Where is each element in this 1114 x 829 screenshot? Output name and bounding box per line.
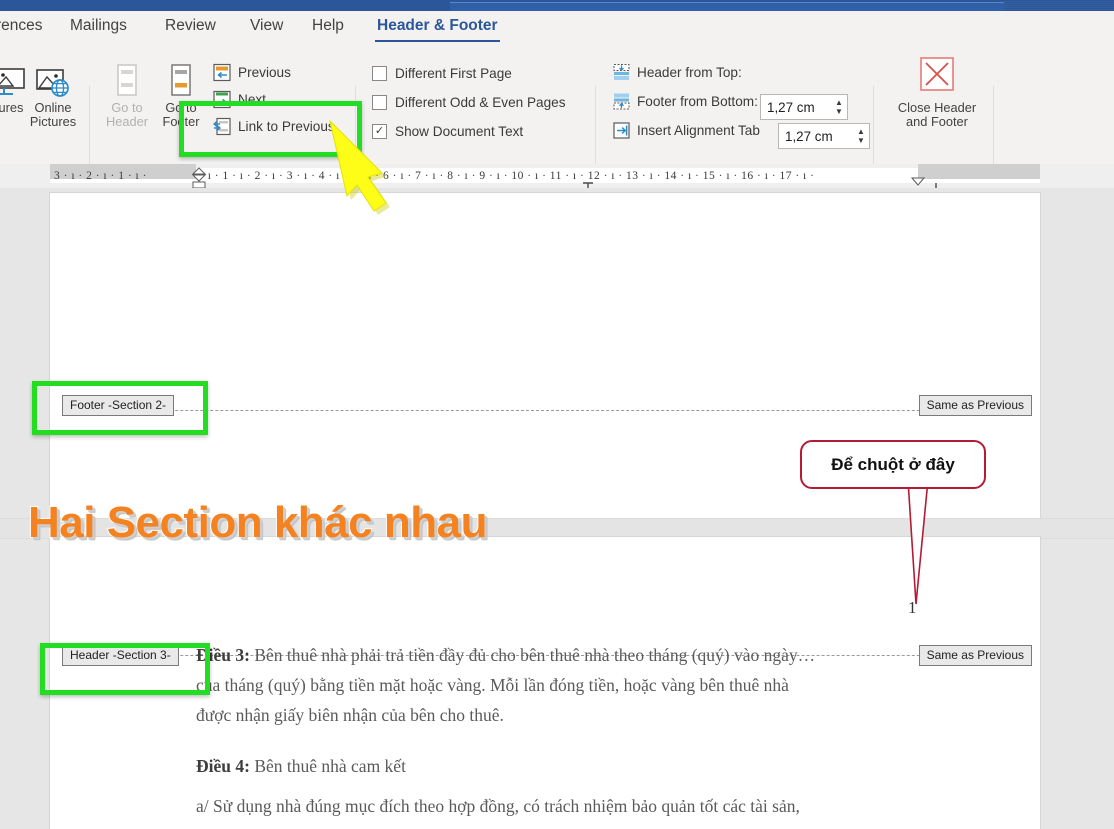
online-pictures-label-line2: Pictures (29, 114, 77, 129)
footer-from-bottom-row: Footer from Bottom: (612, 92, 758, 111)
online-pictures-button[interactable]: Online Pictures (20, 56, 86, 129)
body-line-4-bold: Điều 4: (196, 756, 250, 776)
spinner-up-icon[interactable]: ▲ (857, 127, 865, 136)
close-label-line1: Close Header (897, 100, 977, 115)
checkbox-box (372, 66, 387, 81)
spinner-arrows[interactable]: ▲ ▼ (831, 95, 847, 119)
title-bar-right-texture (1004, 0, 1114, 11)
tab-view[interactable]: View (250, 17, 283, 35)
body-line-2[interactable]: của tháng (quý) bằng tiền mặt hoặc vàng.… (196, 675, 789, 696)
tab-header-and-footer[interactable]: Header & Footer (375, 17, 500, 42)
tab-mailings[interactable]: Mailings (70, 17, 127, 35)
previous-label: Previous (238, 65, 291, 80)
body-line-1-text: Bên thuê nhà phải trả tiền đầy đủ cho bê… (249, 645, 816, 665)
ribbon-body: ures Online Pictures Go to Header Go to … (0, 44, 1114, 205)
highlight-box-header-tag (40, 643, 210, 695)
spinner-arrows[interactable]: ▲ ▼ (853, 124, 869, 148)
tab-references[interactable]: rences (0, 17, 43, 35)
horizontal-ruler[interactable]: 3 · ı · 2 · ı · 1 · ı · · ı · 1 · ı · 2 … (0, 164, 1114, 190)
yellow-cursor-arrow (329, 119, 390, 215)
previous-icon (213, 63, 232, 82)
spinner-down-icon[interactable]: ▼ (835, 107, 843, 116)
callout-text: Để chuột ở đây (831, 454, 955, 474)
right-indent-marker[interactable] (909, 173, 927, 187)
close-label-line2: and Footer (906, 114, 968, 129)
tab-help[interactable]: Help (312, 17, 344, 35)
highlight-box-footer-tag (32, 381, 208, 435)
header-from-top-spinner[interactable]: 1,27 cm ▲ ▼ (760, 94, 848, 120)
tab-stop-marker-right[interactable] (934, 177, 946, 190)
spinner-down-icon[interactable]: ▼ (857, 136, 865, 145)
tab-review[interactable]: Review (165, 17, 216, 35)
different-first-page-label: Different First Page (395, 66, 512, 81)
previous-button[interactable]: Previous (213, 63, 291, 82)
footer-from-bottom-value[interactable]: 1,27 cm (779, 129, 839, 144)
go-to-footer-icon (148, 56, 214, 101)
insert-alignment-tab-icon (612, 121, 631, 140)
header-from-top-value[interactable]: 1,27 cm (761, 100, 821, 115)
header-from-top-icon (612, 63, 631, 82)
body-line-5[interactable]: a/ Sử dụng nhà đúng mục đích theo hợp đồ… (196, 796, 800, 817)
different-first-page-checkbox[interactable]: Different First Page (372, 66, 512, 81)
header-from-top-row: Header from Top: (612, 63, 742, 82)
close-header-and-footer-button[interactable]: Close Header and Footer (892, 56, 982, 129)
body-line-1[interactable]: Điều 3: Bên thuê nhà phải trả tiền đầy đ… (196, 645, 815, 666)
ribbon: rences Mailings Review View Help Header … (0, 11, 1114, 205)
footer-from-bottom-spinner[interactable]: 1,27 cm ▲ ▼ (778, 123, 870, 149)
online-pictures-label-line1: Online (34, 100, 72, 115)
header-from-top-label: Header from Top: (637, 65, 742, 80)
header-same-as-previous-tag: Same as Previous (918, 645, 1032, 666)
online-pictures-icon (20, 56, 86, 101)
ruler-right-ticks: · ı · 1 · ı · 2 · ı · 3 · ı · 4 · ı · 5 … (200, 169, 815, 182)
footer-from-bottom-label: Footer from Bottom: (637, 94, 758, 109)
footer-same-as-previous-tag: Same as Previous (918, 395, 1032, 416)
tab-stop-marker-left[interactable] (582, 177, 594, 190)
footer-boundary-line (65, 410, 1025, 411)
ribbon-tab-strip: rences Mailings Review View Help Header … (0, 11, 1114, 44)
callout-bubble: Để chuột ở đây (800, 440, 986, 489)
ruler-left-ticks: 3 · ı · 2 · ı · 1 · ı · (54, 169, 147, 182)
body-line-4[interactable]: Điều 4: Bên thuê nhà cam kết (196, 756, 406, 777)
body-line-3[interactable]: được nhận giấy biên nhận của bên cho thu… (196, 705, 504, 726)
insert-alignment-tab-label: Insert Alignment Tab (637, 123, 760, 138)
window-title-bar (0, 0, 1114, 12)
wordart-title: Hai Section khác nhau (27, 497, 488, 548)
close-icon (892, 56, 982, 101)
footer-from-bottom-icon (612, 92, 631, 111)
callout-pointer (907, 479, 929, 605)
body-line-4-text: Bên thuê nhà cam kết (249, 756, 406, 776)
spinner-up-icon[interactable]: ▲ (835, 98, 843, 107)
first-line-indent-marker[interactable] (190, 166, 208, 188)
insert-alignment-tab-button[interactable]: Insert Alignment Tab (612, 121, 760, 140)
